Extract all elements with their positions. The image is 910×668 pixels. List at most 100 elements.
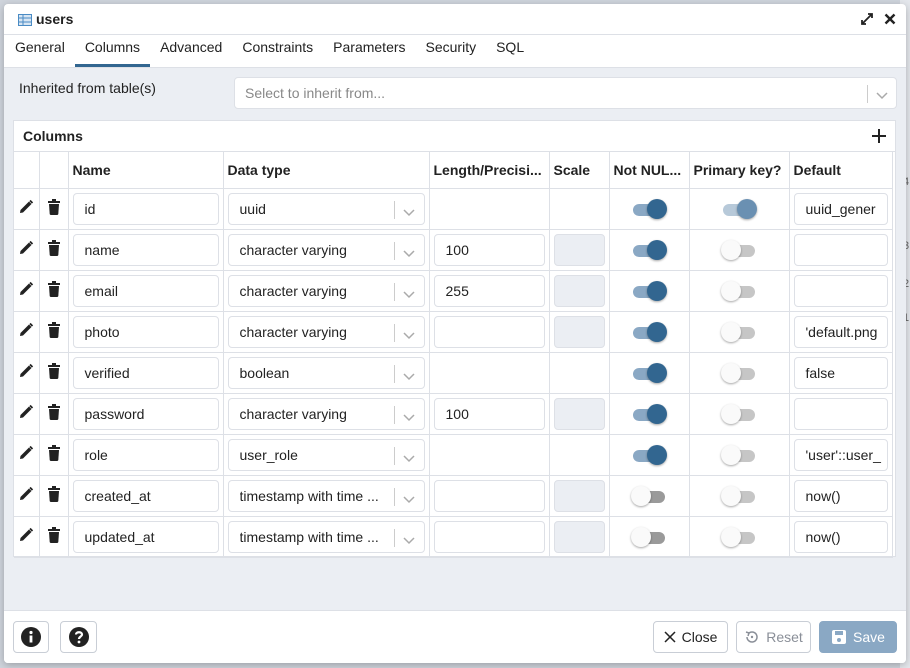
data-type-select[interactable]: character varying [227, 233, 425, 266]
data-type-select[interactable]: character varying [227, 397, 425, 430]
tab-constraints[interactable]: Constraints [232, 38, 323, 67]
column-name-input[interactable]: email [72, 274, 219, 307]
pencil-icon[interactable] [18, 281, 34, 297]
default-input[interactable]: uuid_gener [793, 192, 888, 225]
pencil-icon[interactable] [18, 199, 34, 215]
maximize-icon[interactable] [860, 12, 874, 26]
chevron-down-icon[interactable] [876, 87, 888, 103]
help-button[interactable] [60, 621, 97, 653]
data-type-select[interactable]: user_role [227, 438, 425, 471]
data-type-select[interactable]: character varying [227, 274, 425, 307]
not-null-toggle[interactable] [631, 198, 667, 219]
close-button[interactable]: Close [653, 621, 728, 653]
inherit-select[interactable]: Select to inherit from... [234, 77, 897, 109]
tab-security[interactable]: Security [416, 38, 487, 67]
pencil-icon[interactable] [18, 322, 34, 338]
info-button[interactable] [13, 621, 49, 653]
default-input[interactable] [793, 274, 888, 307]
length-input[interactable]: 255 [433, 274, 545, 307]
primary-key-toggle[interactable] [721, 198, 757, 219]
chevron-down-icon[interactable] [402, 409, 415, 425]
primary-key-toggle[interactable] [721, 403, 757, 424]
default-input[interactable]: 'user'::user_ [793, 438, 888, 471]
trash-icon[interactable] [47, 322, 60, 338]
trash-icon[interactable] [47, 363, 60, 379]
save-button[interactable]: Save [819, 621, 897, 653]
column-name-input[interactable]: role [72, 438, 219, 471]
tab-parameters[interactable]: Parameters [323, 38, 415, 67]
dialog-titlebar[interactable]: users [4, 4, 906, 35]
primary-key-toggle[interactable] [721, 239, 757, 260]
not-null-toggle[interactable] [631, 321, 667, 342]
default-cell [789, 229, 893, 271]
chevron-down-icon[interactable] [402, 204, 415, 220]
chevron-down-icon[interactable] [402, 327, 415, 343]
tab-sql[interactable]: SQL [486, 38, 534, 67]
tab-advanced[interactable]: Advanced [150, 38, 232, 67]
add-row-button[interactable] [871, 128, 887, 144]
chevron-down-icon[interactable] [402, 286, 415, 302]
not-null-toggle[interactable] [631, 526, 667, 547]
length-cell [429, 434, 550, 476]
data-type-select[interactable]: character varying [227, 315, 425, 348]
pencil-icon[interactable] [18, 404, 34, 420]
data-type-select[interactable]: timestamp with time ... [227, 520, 425, 553]
not-null-toggle[interactable] [631, 239, 667, 260]
column-name-input[interactable]: photo [72, 315, 219, 348]
chevron-down-icon[interactable] [402, 368, 415, 384]
length-input[interactable] [433, 315, 545, 348]
trash-icon[interactable] [47, 404, 60, 420]
default-input[interactable]: 'default.png [793, 315, 888, 348]
not-null-toggle[interactable] [631, 485, 667, 506]
trash-icon[interactable] [47, 240, 60, 256]
data-type-select[interactable]: timestamp with time ... [227, 479, 425, 512]
column-name-input[interactable]: created_at [72, 479, 219, 512]
not-null-toggle[interactable] [631, 362, 667, 383]
column-name-input[interactable]: password [72, 397, 219, 430]
trash-icon[interactable] [47, 281, 60, 297]
chevron-down-icon[interactable] [402, 532, 415, 548]
length-input[interactable] [433, 520, 545, 553]
primary-key-toggle[interactable] [721, 444, 757, 465]
length-input[interactable]: 100 [433, 397, 545, 430]
close-icon[interactable] [884, 13, 896, 25]
trash-icon[interactable] [47, 445, 60, 461]
primary-key-toggle[interactable] [721, 526, 757, 547]
toggle-knob [647, 444, 667, 465]
trash-icon[interactable] [47, 527, 60, 543]
trash-icon[interactable] [47, 199, 60, 215]
datatype-cell: uuid [223, 188, 430, 230]
not-null-toggle[interactable] [631, 280, 667, 301]
chevron-down-icon[interactable] [402, 491, 415, 507]
default-input[interactable]: now() [793, 520, 888, 553]
pencil-icon[interactable] [18, 445, 34, 461]
primary-key-toggle[interactable] [721, 485, 757, 506]
pencil-icon[interactable] [18, 527, 34, 543]
not-null-toggle[interactable] [631, 403, 667, 424]
primary-key-toggle[interactable] [721, 280, 757, 301]
pencil-icon[interactable] [18, 486, 34, 502]
data-type-select[interactable]: uuid [227, 192, 425, 225]
column-name-input[interactable]: verified [72, 356, 219, 389]
pencil-icon[interactable] [18, 240, 34, 256]
data-type-select[interactable]: boolean [227, 356, 425, 389]
default-input[interactable]: now() [793, 479, 888, 512]
column-name-input[interactable]: id [72, 192, 219, 225]
length-input[interactable]: 100 [433, 233, 545, 266]
default-input[interactable]: false [793, 356, 888, 389]
chevron-down-icon[interactable] [402, 450, 415, 466]
length-input[interactable] [433, 479, 545, 512]
column-name-input[interactable]: updated_at [72, 520, 219, 553]
trash-icon[interactable] [47, 486, 60, 502]
default-input[interactable] [793, 397, 888, 430]
pencil-icon[interactable] [18, 363, 34, 379]
primary-key-toggle[interactable] [721, 321, 757, 342]
chevron-down-icon[interactable] [402, 245, 415, 261]
column-name-input[interactable]: name [72, 233, 219, 266]
default-input[interactable] [793, 233, 888, 266]
not-null-toggle[interactable] [631, 444, 667, 465]
tab-columns[interactable]: Columns [74, 38, 151, 67]
tab-general[interactable]: General [5, 38, 75, 67]
primary-key-toggle[interactable] [721, 362, 757, 383]
reset-button[interactable]: Reset [736, 621, 811, 653]
